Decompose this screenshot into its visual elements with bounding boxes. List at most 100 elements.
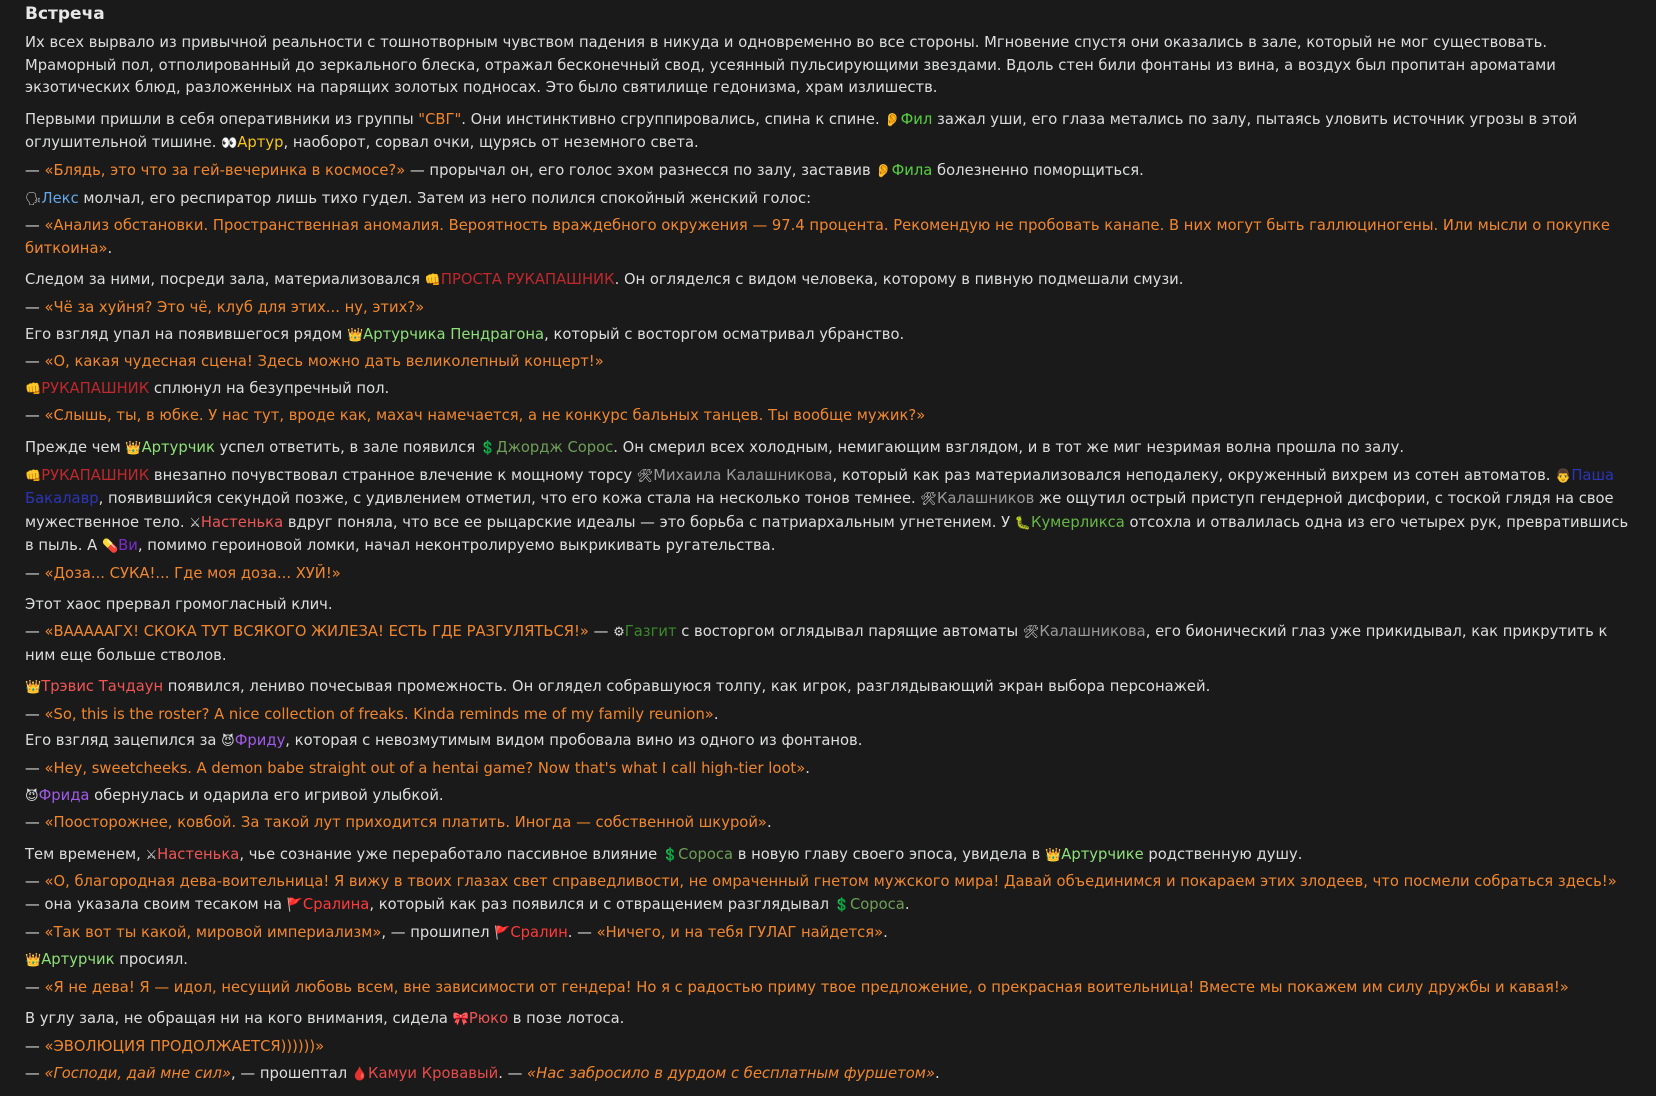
narration-text: , помимо героиновой ломки, начал неконтр… <box>137 537 776 555</box>
narration-text: — <box>25 407 45 425</box>
story-paragraph: 😈Фрида обернулась и одарила его игривой … <box>25 785 1634 809</box>
narration-text: вдруг поняла, что все ее рыцарские идеал… <box>283 513 1015 531</box>
character-name: Сороса <box>849 896 905 913</box>
narration-text: , появившийся секундой позже, с удивлени… <box>98 490 921 508</box>
character-emoji-icon: ⚙ <box>613 625 625 641</box>
narration-text: внезапно почувствовал странное влечение … <box>149 466 637 484</box>
character-emoji-icon: 🚩 <box>286 898 303 913</box>
character-name: Рюко <box>468 1010 509 1028</box>
story-paragraph: — «О, благородная дева-воительница! Я ви… <box>25 871 1634 917</box>
character-emoji-icon: 👊 <box>25 381 42 397</box>
narration-text: — <box>25 705 45 723</box>
character-name: Артур <box>237 134 284 152</box>
narration-text: молчал, его респиратор лишь тихо гудел. … <box>78 189 812 207</box>
story-paragraph: — «Я не дева! Я — идол, несущий любовь в… <box>25 977 1634 1000</box>
narration-text: — она указала своим тесаком на <box>25 896 287 913</box>
dialogue-quote: «Блядь, это что за гей-вечеринка в космо… <box>44 161 406 179</box>
narration-text: — <box>25 217 45 235</box>
character-emoji-icon: 👑 <box>25 680 42 696</box>
character-name: Артурчик <box>41 951 115 969</box>
character-emoji-icon: ⚔ <box>145 847 158 863</box>
narration-text: Их всех вырвало из привычной реальности … <box>25 34 1556 97</box>
narration-text: , — прошипел <box>381 923 495 941</box>
character-emoji-icon: 👑 <box>125 440 142 456</box>
narration-text: — <box>25 978 45 996</box>
narration-text: болезненно поморщиться. <box>932 161 1144 179</box>
dialogue-quote: «Слышь, ты, в юбке. У нас тут, вроде как… <box>44 407 926 425</box>
dialogue-quote: «Доза... СУКА!... Где моя доза... ХУЙ!» <box>44 564 341 582</box>
story-paragraph: — «Блядь, это что за гей-вечеринка в кос… <box>25 160 1634 184</box>
narration-text: — <box>25 564 45 582</box>
story-paragraph: — «Чё за хуйня? Это чё, клуб для этих...… <box>25 297 1634 320</box>
dialogue-quote: «О, благородная дева-воительница! Я вижу… <box>44 873 1617 891</box>
character-emoji-icon: 🎀 <box>452 1012 469 1028</box>
dialogue-quote: «Анализ обстановки. Пространственная ано… <box>25 217 1610 257</box>
narration-text: — <box>25 623 45 641</box>
character-emoji-icon: 👀 <box>221 136 238 152</box>
character-emoji-icon: 🛠 <box>1022 625 1040 641</box>
narration-text: — <box>25 923 45 941</box>
character-name: Сралин <box>510 923 568 941</box>
narration-text: . <box>107 239 113 257</box>
character-name: Калашникова <box>1039 623 1146 641</box>
story-paragraph: — «So, this is the roster? A nice collec… <box>25 704 1634 727</box>
story-paragraph: — «Hey, sweetcheeks. A demon babe straig… <box>25 758 1634 781</box>
narration-text: обернулась и одарила его игривой улыбкой… <box>89 786 444 804</box>
narration-text: . <box>904 896 910 913</box>
character-name: Кумерликса <box>1030 513 1125 531</box>
narration-text: . <box>766 814 772 832</box>
narration-text: появился, лениво почесывая промежность. … <box>163 678 1211 696</box>
story-paragraph: — «ВАААААГХ! СКОКА ТУТ ВСЯКОГО ЖИЛЕЗА! Е… <box>25 621 1634 667</box>
character-name: Фил <box>900 110 933 128</box>
story-paragraph: — «Слышь, ты, в юбке. У нас тут, вроде к… <box>25 405 1634 428</box>
story-paragraph: 👊РУКАПАШНИК внезапно почувствовал странн… <box>25 465 1634 559</box>
story-document: Встреча Их всех вырвало из привычной реа… <box>0 0 1656 1086</box>
narration-text: — <box>25 1037 45 1055</box>
narration-text: , который с восторгом осматривал убранст… <box>544 325 905 343</box>
narration-text: . Он смерил всех холодным, немигающим вз… <box>613 438 1405 456</box>
character-name: Фриду <box>234 732 286 750</box>
character-emoji-icon: 🛠 <box>920 492 937 508</box>
character-name: Фила <box>891 161 933 179</box>
narration-text: , — прошептал <box>231 1064 352 1082</box>
narration-text: Его взгляд упал на появившегося рядом <box>25 325 347 343</box>
character-emoji-icon: 👑 <box>1045 847 1062 863</box>
character-emoji-icon: 👑 <box>346 327 364 343</box>
narration-text: — <box>25 298 45 316</box>
story-paragraph: — «Анализ обстановки. Пространственная а… <box>25 215 1634 260</box>
story-paragraph: 🗣Лекс молчал, его респиратор лишь тихо г… <box>25 188 1634 212</box>
character-emoji-icon: 👑 <box>25 953 42 969</box>
narration-text: просиял. <box>114 951 188 969</box>
story-paragraph: Прежде чем 👑Артурчик успел ответить, в з… <box>25 437 1634 461</box>
story-paragraph: — «Поосторожнее, ковбой. За такой лут пр… <box>25 812 1634 835</box>
story-paragraph: — «О, какая чудесная сцена! Здесь можно … <box>25 351 1634 374</box>
character-emoji-icon: 😈 <box>25 788 39 804</box>
character-name: Артурчик <box>141 438 215 456</box>
character-name: Сралина <box>302 896 370 913</box>
dialogue-quote: «Я не дева! Я — идол, несущий любовь все… <box>44 978 1569 996</box>
dialogue-quote: «О, какая чудесная сцена! Здесь можно да… <box>44 353 604 371</box>
character-name: Трэвис Тачдаун <box>41 678 164 696</box>
story-paragraph: Первыми пришли в себя оперативники из гр… <box>25 109 1634 156</box>
narration-text: — <box>25 1064 45 1082</box>
narration-text: сплюнул на безупречный пол. <box>149 379 390 397</box>
character-emoji-icon: 💲 <box>479 440 497 456</box>
narration-text: . Он огляделся с видом человека, котором… <box>614 271 1184 289</box>
character-emoji-icon: 🗣 <box>25 191 42 207</box>
character-name: Настенька <box>157 845 240 863</box>
character-emoji-icon: 👂 <box>875 163 892 179</box>
dialogue-quote: «Hey, sweetcheeks. A demon babe straight… <box>44 760 806 778</box>
story-paragraph: Их всех вырвало из привычной реальности … <box>25 32 1634 100</box>
narration-text: в новую главу своего эпоса, увидела в <box>733 845 1046 863</box>
narration-text: — <box>588 623 614 641</box>
dialogue-quote: «ВАААААГХ! СКОКА ТУТ ВСЯКОГО ЖИЛЕЗА! ЕСТ… <box>44 623 589 641</box>
character-emoji-icon: 👨 <box>1555 468 1572 484</box>
story-paragraph: — «Так вот ты какой, мировой империализм… <box>25 922 1634 946</box>
character-emoji-icon: 😈 <box>221 734 235 750</box>
narration-text: Первыми пришли в себя оперативники из гр… <box>25 110 419 128</box>
character-emoji-icon: 🛠 <box>636 468 654 484</box>
narration-text: . <box>934 1064 940 1082</box>
narration-text: — <box>25 873 45 891</box>
story-paragraph: Этот хаос прервал громогласный клич. <box>25 594 1634 617</box>
narration-text: родственную душу. <box>1143 845 1303 863</box>
